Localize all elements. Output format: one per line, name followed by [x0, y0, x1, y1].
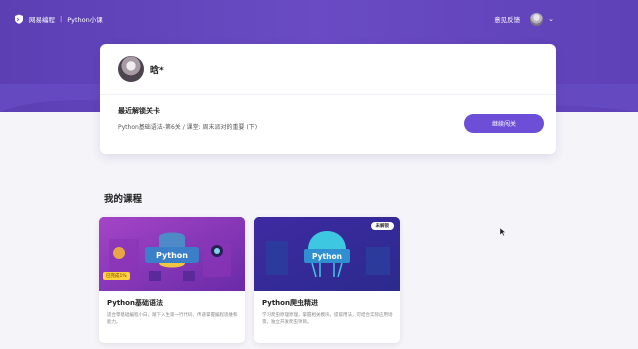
chevron-down-icon[interactable]: ⌄ [548, 15, 554, 23]
recent-level-subtitle: Python基础语法-第6关 / 课堂: 周末派对的重要 (下) [118, 124, 258, 131]
user-info: 晗* [118, 56, 164, 82]
logo[interactable]: 网易编程 [14, 14, 55, 24]
thumb-label: Python [312, 252, 342, 261]
mouse-cursor-icon [500, 228, 506, 236]
avatar[interactable] [118, 56, 144, 82]
shield-logo-icon [15, 14, 23, 24]
course-title: Python基础语法 [107, 299, 163, 307]
user-avatar-small[interactable] [530, 12, 544, 26]
course-title: Python爬虫精进 [262, 299, 318, 307]
my-courses-heading: 我的课程 [104, 194, 143, 205]
breadcrumb-separator: | [60, 15, 63, 23]
divider [100, 94, 556, 95]
feedback-link[interactable]: 意见反馈 [494, 14, 520, 24]
progress-tag: 已完成1% [103, 272, 130, 280]
thumb-label: Python [156, 251, 188, 260]
continue-button[interactable]: 继续闯关 [464, 114, 544, 133]
locked-badge: 未解锁 [370, 222, 394, 230]
course-card[interactable]: Python 已完成1% Python基础语法 适合零基础编程小白，踏下入生第一… [99, 217, 245, 343]
profile-card: 晗* 最近解锁关卡 Python基础语法-第6关 / 课堂: 周末派对的重要 (… [100, 44, 556, 154]
breadcrumb-course[interactable]: Python小课 [67, 14, 103, 24]
course-description: 适合零基础编程小白，踏下入生第一行代码，传递掌握编程思维和能力。 [107, 313, 238, 325]
course-description: 学习爬虫原理原理，掌握相关模块，提取用法，可结合实际应用场景，独立开发爬虫项目。 [262, 313, 393, 325]
username: 晗* [150, 65, 164, 76]
recent-level-title: 最近解锁关卡 [118, 107, 160, 115]
course-card[interactable]: Python 未解锁 Python爬虫精进 学习爬虫原理原理，掌握相关模块，提取… [254, 217, 400, 343]
brand-name[interactable]: 网易编程 [29, 14, 55, 24]
top-right-menu: 意见反馈 ⌄ [494, 0, 554, 38]
